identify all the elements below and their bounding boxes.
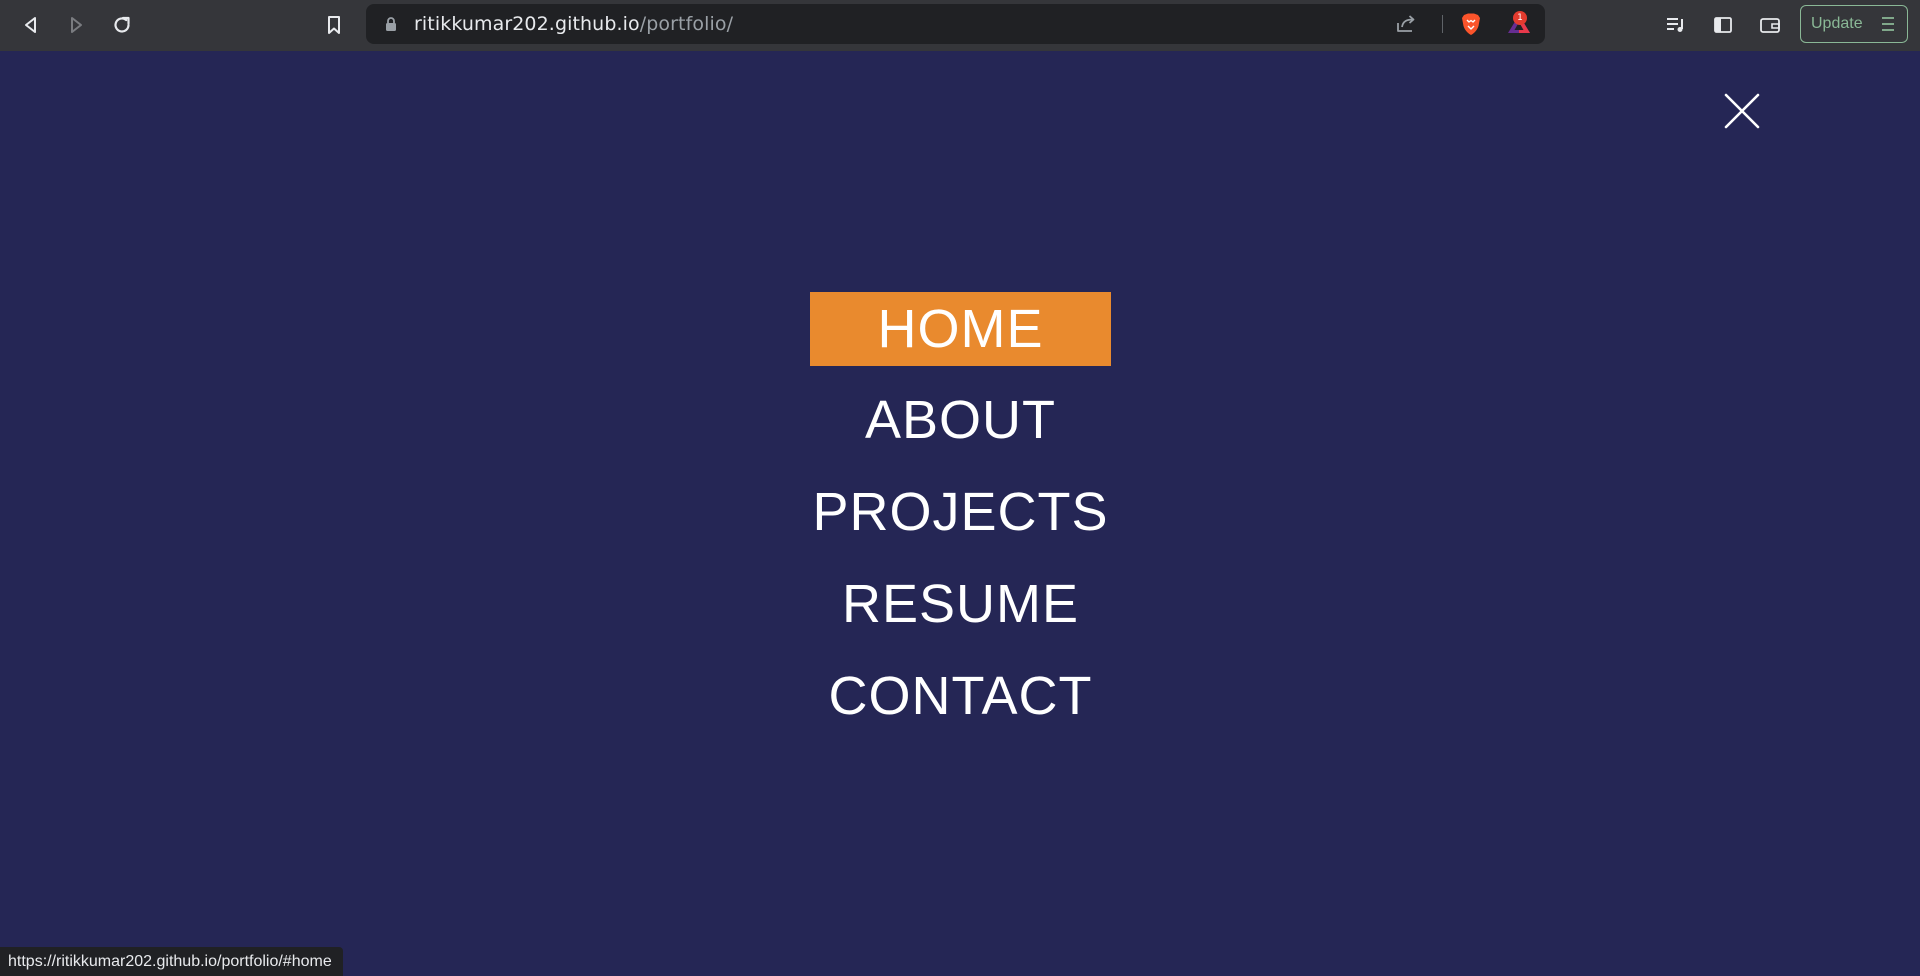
media-playlist-icon [1667,18,1683,32]
forward-arrow-icon [71,17,82,33]
bookmark-button[interactable] [317,8,351,42]
brave-lion-icon[interactable] [1458,11,1484,37]
nav-item-contact[interactable]: CONTACT [810,659,1111,733]
nav-item-about[interactable]: ABOUT [810,383,1111,457]
notification-badge: 1 [1513,11,1527,25]
link-status-bubble: https://ritikkumar202.github.io/portfoli… [0,947,343,976]
nav-item-projects[interactable]: PROJECTS [810,475,1111,549]
close-x-icon [1724,93,1760,129]
wallet-button[interactable] [1753,8,1787,42]
media-playlist-button[interactable] [1659,8,1693,42]
sidebar-toggle-icon [1714,17,1732,33]
url-text[interactable]: ritikkumar202.github.io/portfolio/ [414,4,733,44]
bookmark-icon [328,16,340,34]
url-path: /portfolio/ [639,13,734,35]
reload-button[interactable] [105,8,139,42]
address-bar[interactable]: ritikkumar202.github.io/portfolio/ 1 [366,4,1545,44]
nav-item-home[interactable]: HOME [810,292,1111,366]
nav-item-resume[interactable]: RESUME [810,567,1111,641]
browser-toolbar: ritikkumar202.github.io/portfolio/ 1 Upd… [0,0,1920,51]
update-label: Update [1811,15,1863,32]
back-arrow-icon [25,17,36,33]
update-button[interactable]: Update [1800,5,1908,43]
lock-icon [386,17,396,31]
omnibox-divider [1442,15,1443,33]
share-icon[interactable] [1393,11,1419,37]
close-menu-button[interactable] [1722,91,1762,131]
back-button[interactable] [14,8,48,42]
sidebar-toggle-button[interactable] [1706,8,1740,42]
url-host: ritikkumar202.github.io [414,13,640,35]
hamburger-menu-icon [1882,17,1894,31]
wallet-icon [1760,18,1780,33]
reload-icon [114,16,130,33]
forward-button[interactable] [59,8,93,42]
